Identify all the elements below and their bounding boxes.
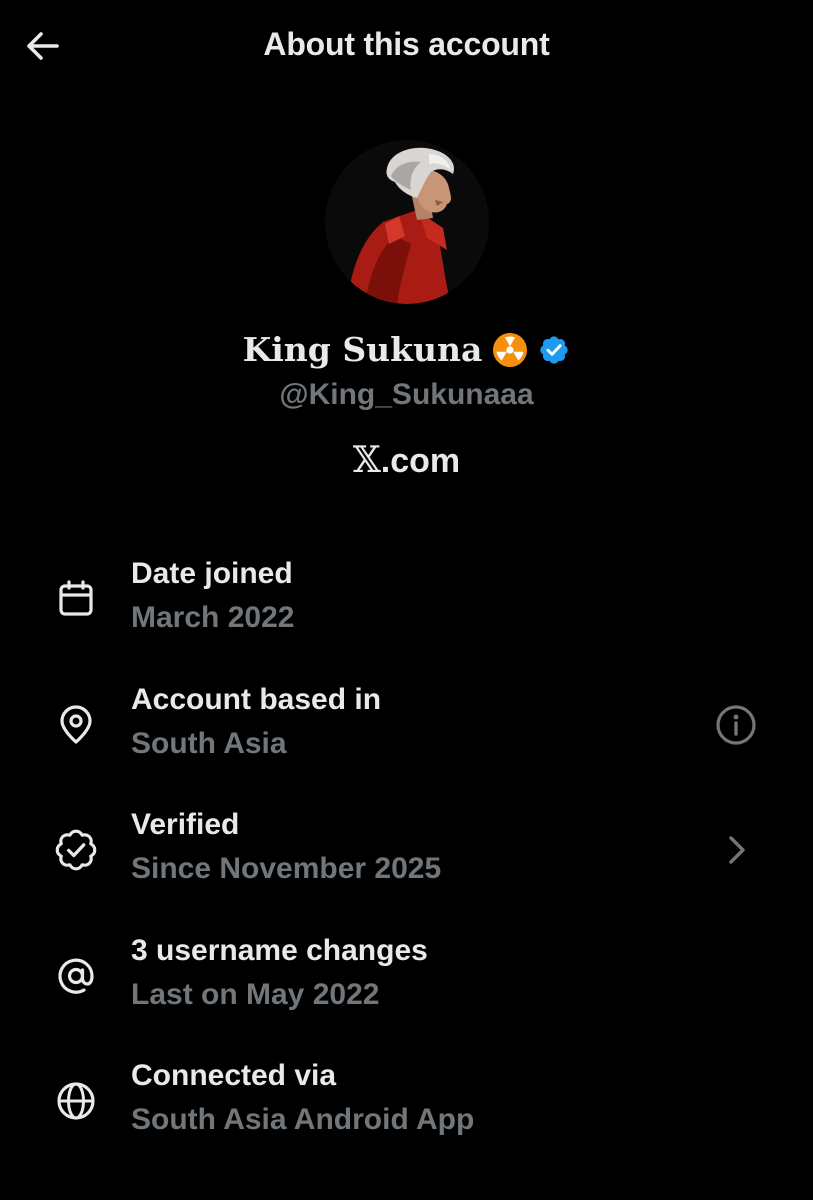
- location-pin-icon: [52, 701, 100, 749]
- detail-row-connected-via: Connected via South Asia Android App: [0, 1057, 813, 1183]
- detail-value: South Asia Android App: [131, 1103, 475, 1136]
- avatar-image: [325, 140, 489, 304]
- info-icon: [716, 704, 756, 745]
- detail-label: Verified: [131, 808, 240, 841]
- verified-badge-icon[interactable]: [538, 334, 570, 366]
- verified-chevron[interactable]: [712, 826, 760, 874]
- detail-label: 3 username changes: [131, 933, 428, 967]
- globe-icon: [52, 1077, 100, 1125]
- detail-value: Last on May 2022: [131, 977, 380, 1011]
- detail-row-date-joined: Date joined March 2022: [0, 555, 813, 681]
- info-button[interactable]: [712, 701, 760, 749]
- avatar[interactable]: [325, 140, 489, 304]
- verified-outline-icon: [52, 826, 100, 874]
- detail-label: Account based in: [131, 682, 382, 716]
- page-title: About this account: [263, 26, 550, 62]
- site-link-text: .com: [380, 442, 461, 480]
- detail-value: Since November 2025: [131, 852, 442, 885]
- x-logo: 𝕏: [352, 440, 381, 481]
- display-name-row: King Sukuna: [0, 330, 813, 369]
- radioactive-emoji-icon: [493, 332, 528, 367]
- calendar-icon: [52, 575, 100, 623]
- top-bar: About this account: [0, 0, 813, 92]
- detail-value: March 2022: [131, 601, 295, 634]
- detail-label: Connected via: [131, 1059, 337, 1092]
- detail-label: Date joined: [131, 557, 293, 590]
- account-details-list: Date joined March 2022 Account based in …: [0, 555, 813, 1183]
- at-sign-icon: [52, 952, 100, 1000]
- detail-value: South Asia: [131, 726, 287, 760]
- detail-row-account-based-in: Account based in South Asia: [0, 681, 813, 807]
- detail-row-verified[interactable]: Verified Since November 2025: [0, 806, 813, 932]
- chevron-right-icon: [729, 836, 745, 864]
- detail-row-username-changes: 3 username changes Last on May 2022: [0, 932, 813, 1058]
- site-link[interactable]: 𝕏.com: [0, 440, 813, 481]
- username-handle: @King_Sukunaaa: [279, 378, 534, 411]
- display-name: King Sukuna: [242, 330, 483, 369]
